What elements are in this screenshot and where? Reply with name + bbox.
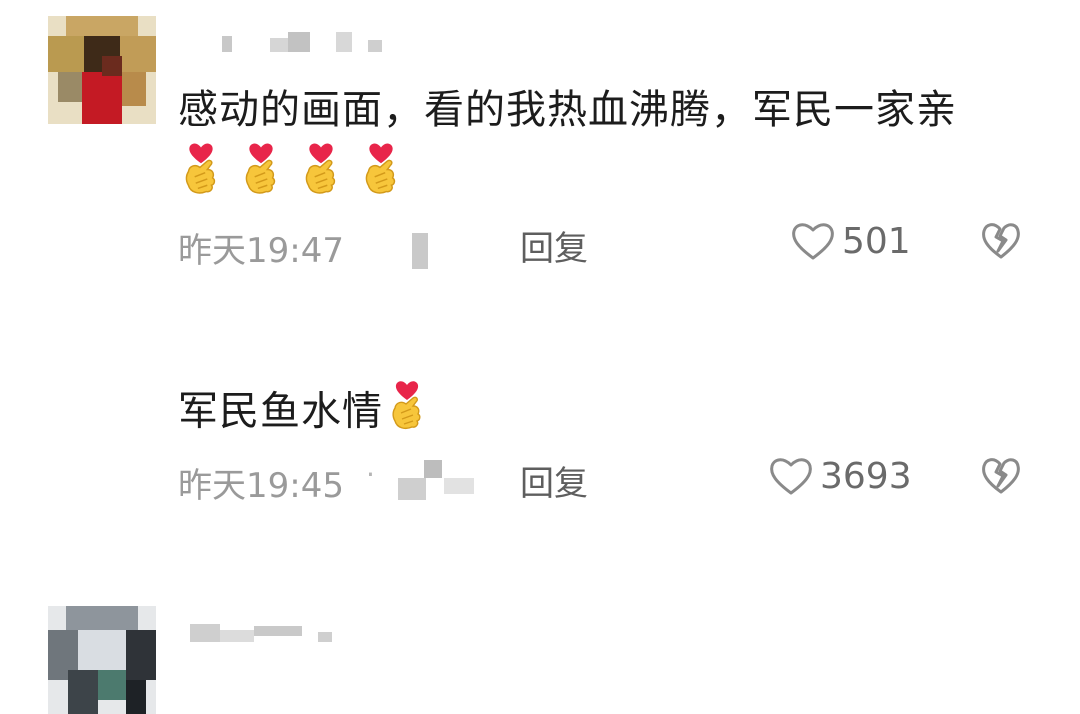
heart-outline-icon xyxy=(792,223,834,260)
like-count: 501 xyxy=(842,220,911,262)
comment-text-body: 军民鱼水情 xyxy=(178,388,383,435)
heart-outline-icon xyxy=(770,458,812,495)
finger-heart-icon xyxy=(392,381,421,430)
location-label-part xyxy=(444,478,474,494)
finger-heart-icon xyxy=(185,143,216,194)
username[interactable] xyxy=(190,620,410,642)
like-button[interactable]: 3693 xyxy=(768,454,912,498)
finger-heart-icon xyxy=(245,143,276,194)
comment-item: 感动的画面，看的我热血沸腾，军民一家亲 昨天19:47 回复 501 xyxy=(0,0,1080,290)
reply-button[interactable]: 回复 xyxy=(520,221,588,270)
comment-text: 感动的画面，看的我热血沸腾，军民一家亲 xyxy=(178,87,957,133)
emoji-inline xyxy=(387,380,427,447)
like-button[interactable]: 501 xyxy=(790,219,911,263)
finger-heart-icon xyxy=(365,143,396,194)
finger-heart-emoji xyxy=(300,142,342,200)
broken-heart-icon xyxy=(982,458,1020,494)
location-label xyxy=(398,478,426,500)
broken-heart-icon xyxy=(982,223,1020,259)
avatar[interactable] xyxy=(48,606,156,714)
avatar[interactable] xyxy=(48,16,156,124)
dislike-button[interactable] xyxy=(980,456,1022,496)
location-label-part xyxy=(424,460,442,478)
dislike-button[interactable] xyxy=(980,221,1022,261)
location-label xyxy=(412,233,428,269)
emoji-row xyxy=(180,142,402,200)
timestamp: 昨天19:47 xyxy=(178,231,344,271)
reply-button[interactable]: 回复 xyxy=(520,456,588,505)
separator-dot: · xyxy=(366,458,375,491)
timestamp: 昨天19:45 xyxy=(178,466,344,506)
comment-text: 军民鱼水情 xyxy=(178,380,427,447)
like-count: 3693 xyxy=(820,455,912,497)
comment-meta: 昨天19:47 回复 501 xyxy=(0,215,1080,271)
username[interactable] xyxy=(190,30,410,52)
finger-heart-emoji xyxy=(180,142,222,200)
finger-heart-emoji xyxy=(360,142,402,200)
comment-item: 军民鱼水情 昨天19:45 · 回复 3693 xyxy=(0,290,1080,714)
finger-heart-icon xyxy=(305,143,336,194)
comment-meta: 昨天19:45 · 回复 3693 xyxy=(0,450,1080,506)
finger-heart-emoji xyxy=(240,142,282,200)
